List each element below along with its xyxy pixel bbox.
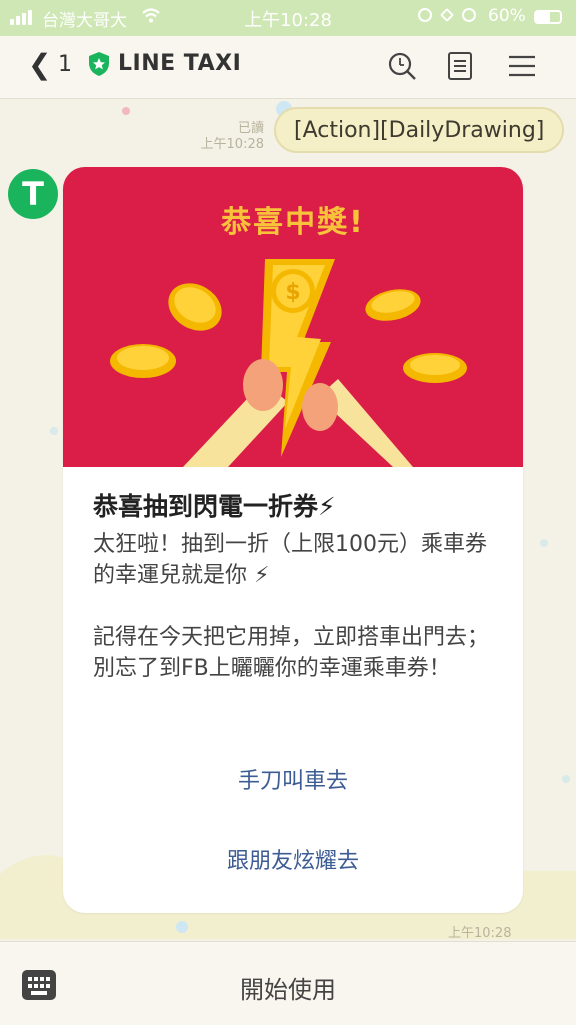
menu-icon[interactable] (506, 50, 538, 82)
card-body: 恭喜抽到閃電一折券⚡ 太狂啦！抽到一折（上限100元）乘車券的幸運兒就是你 ⚡ … (93, 487, 503, 684)
card-headline: 恭喜抽到閃電一折券⚡ (93, 492, 336, 521)
coin-icon (403, 353, 467, 383)
card-paragraph: 記得在今天把它用掉，立即搭車出門去；別忘了到FB上曬曬你的幸運乘車券！ (93, 625, 490, 681)
search-icon[interactable] (386, 50, 418, 82)
share-with-friends-button[interactable]: 跟朋友炫耀去 (63, 843, 523, 875)
chat-header: ❮ 1 LINE TAXI (0, 36, 576, 99)
coin-icon (168, 283, 222, 331)
battery-icon (534, 10, 562, 24)
back-unread-count[interactable]: 1 (58, 52, 72, 77)
prize-card[interactable]: 恭喜中獎! $ 恭喜抽到閃電一折券⚡ 太狂啦！抽到一折（上限100元）乘車券的幸… (63, 167, 523, 913)
battery-percent: 60% (488, 6, 526, 26)
coin-icon (365, 289, 421, 321)
orientation-lock-icon (418, 8, 432, 22)
card-paragraph: 太狂啦！抽到一折（上限100元）乘車券的幸運兒就是你 ⚡ (93, 532, 487, 588)
call-taxi-button[interactable]: 手刀叫車去 (63, 763, 523, 795)
location-icon (439, 7, 455, 23)
message-time: 上午10:28 (200, 137, 264, 152)
coin-icon (110, 344, 176, 378)
official-shield-icon (89, 52, 109, 76)
svg-text:$: $ (285, 280, 300, 305)
start-using-button[interactable]: 開始使用 (0, 970, 576, 1005)
bot-avatar[interactable]: T (8, 169, 58, 219)
user-message-bubble[interactable]: [Action][DailyDrawing] (274, 107, 565, 153)
notes-icon[interactable] (444, 50, 476, 82)
chat-title: LINE TAXI (118, 51, 242, 76)
back-chevron-icon[interactable]: ❮ (28, 50, 51, 80)
rich-menu-bar: 開始使用 (0, 941, 576, 1025)
chat-area[interactable]: 已讀 上午10:28 [Action][DailyDrawing] T 恭喜中獎… (0, 99, 576, 939)
card-time: 上午10:28 (448, 926, 512, 939)
lightning-coins-illustration: $ (110, 259, 467, 467)
status-bar: 台灣大哥大 上午10:28 60% (0, 0, 576, 36)
prize-hero-image: 恭喜中獎! $ (63, 167, 523, 467)
alarm-icon (462, 8, 476, 22)
